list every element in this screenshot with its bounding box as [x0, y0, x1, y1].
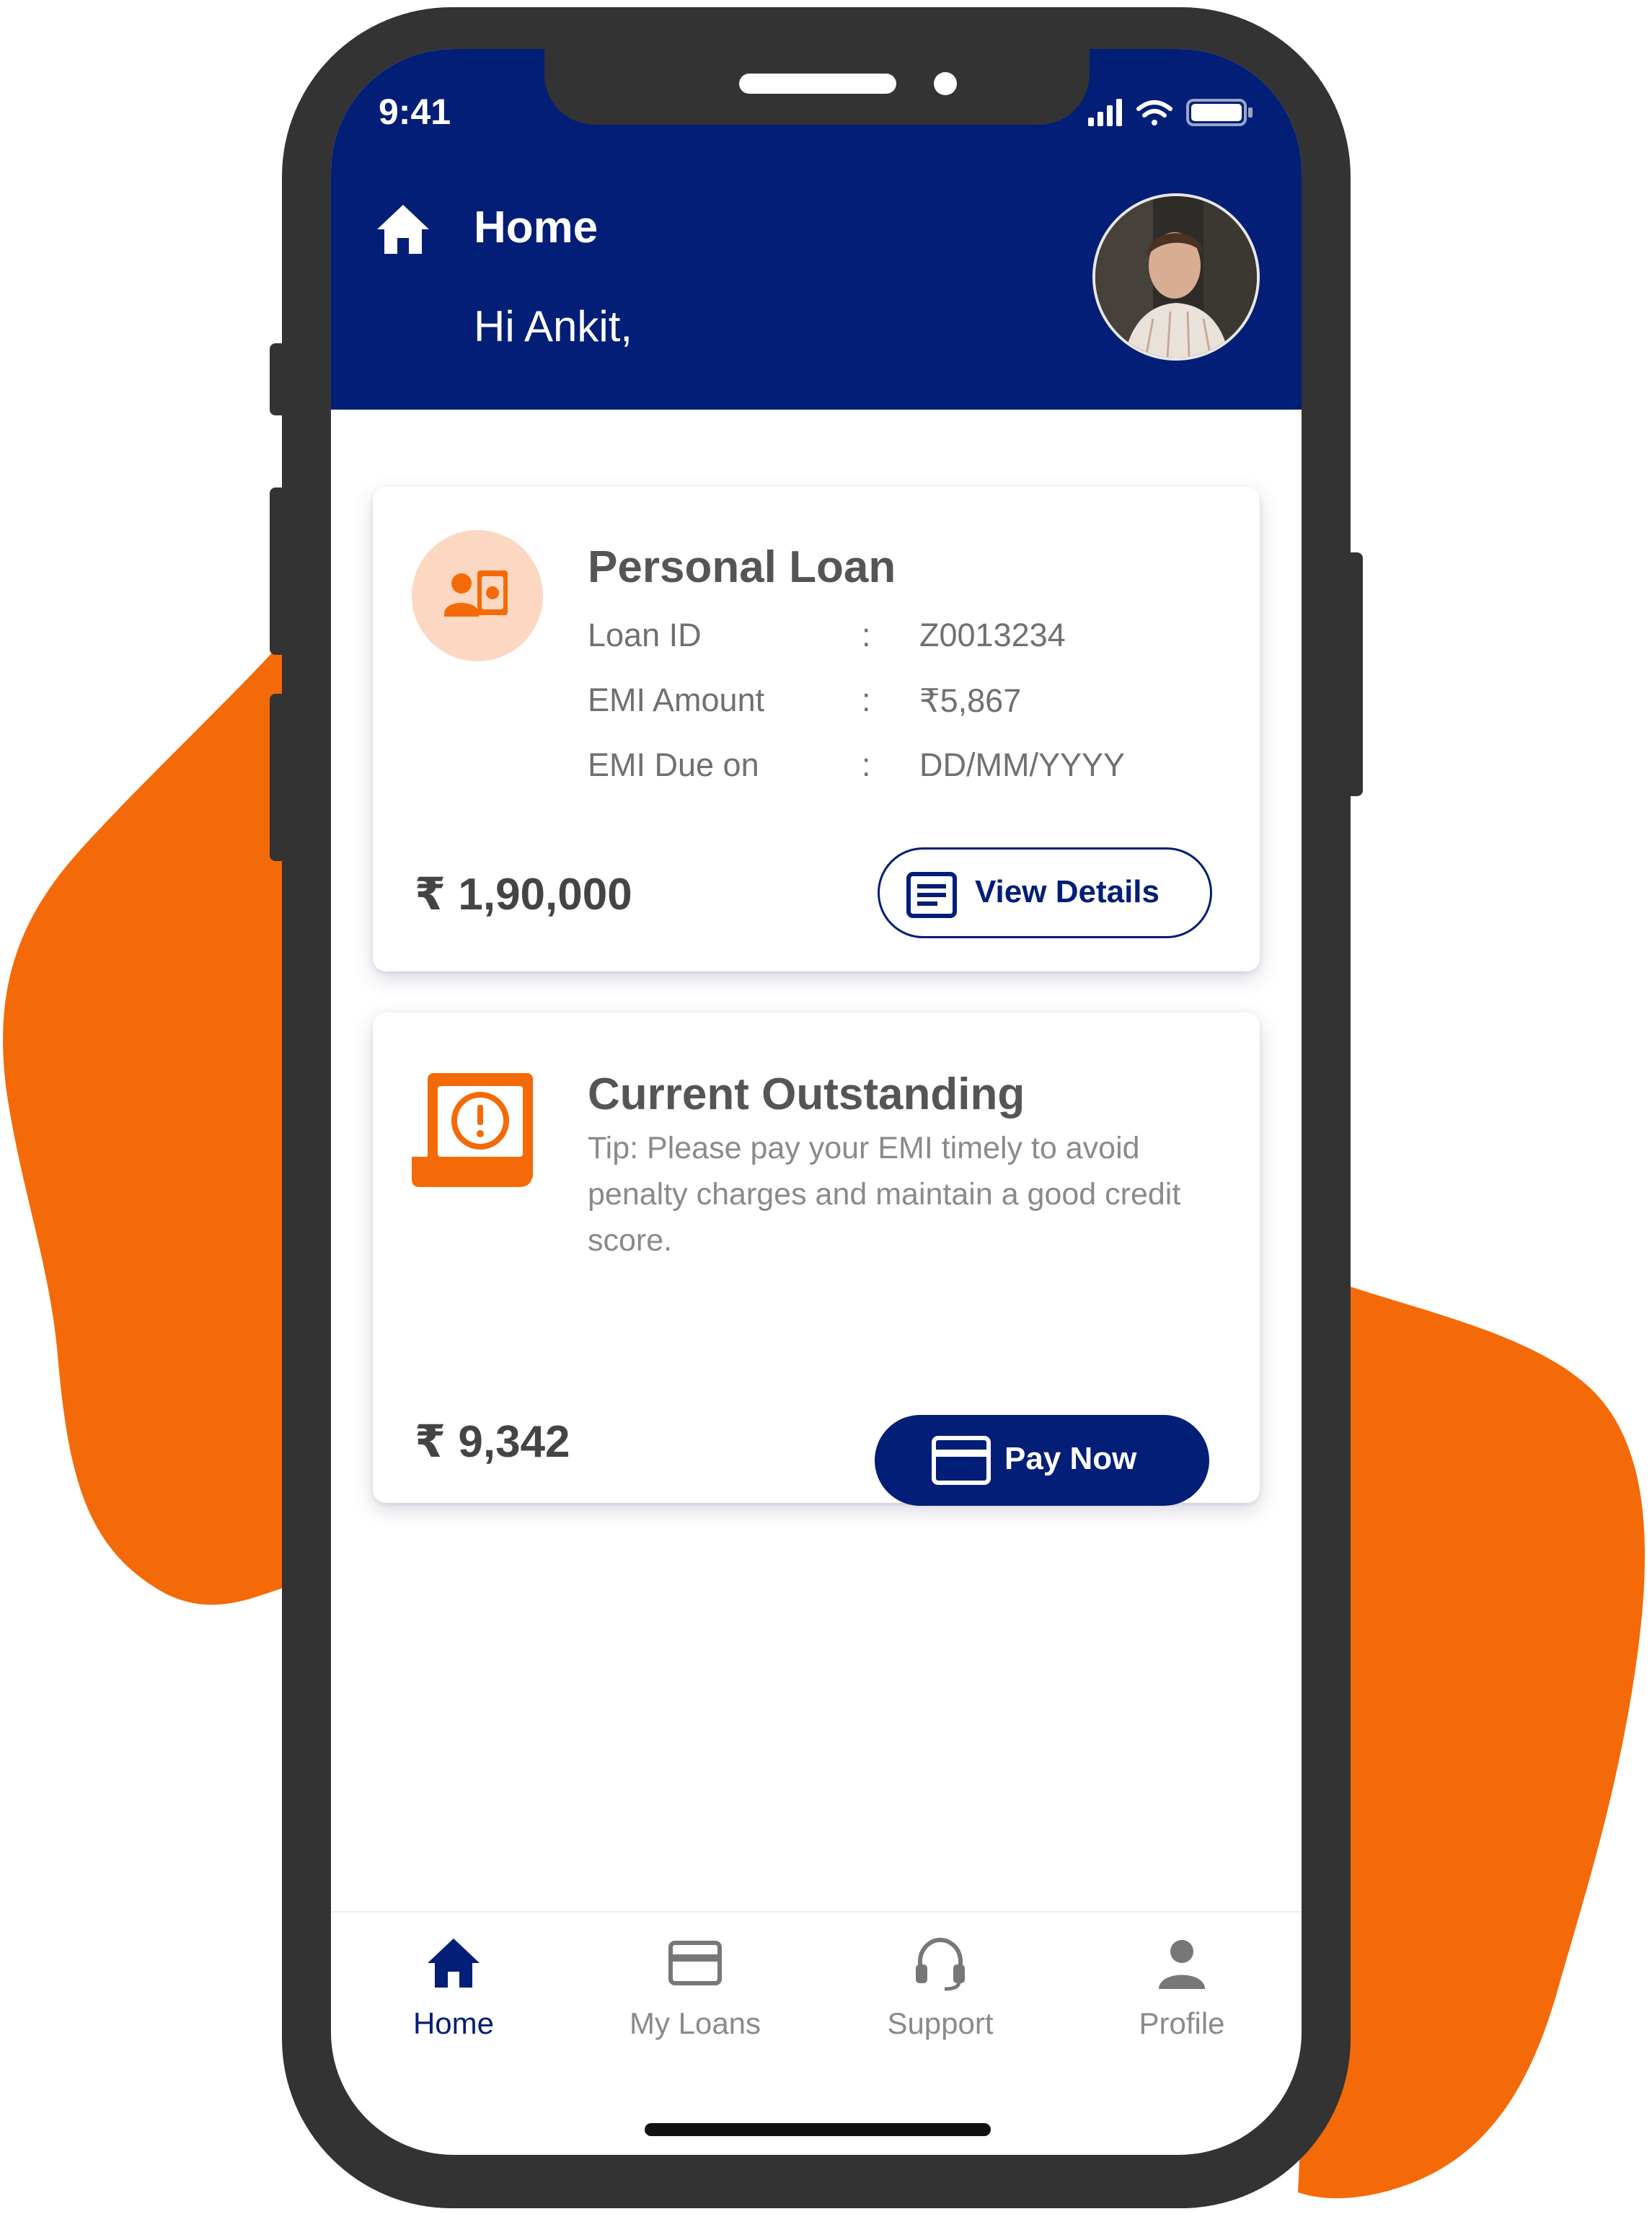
- emi-due-value: DD/MM/YYYY: [919, 746, 1126, 783]
- emi-amount-row: EMI Amount : ₹5,867: [588, 682, 1222, 732]
- status-time: 9:41: [379, 92, 451, 132]
- alert-scroll-icon: [412, 1073, 533, 1187]
- bottom-nav: Home My Loans Support Profile: [331, 1911, 1302, 2057]
- view-details-label: View Details: [975, 874, 1160, 909]
- wifi-icon: [1136, 100, 1172, 125]
- emi-amount-separator: :: [862, 682, 871, 718]
- nav-item-profile[interactable]: Profile: [1081, 1913, 1283, 2057]
- loan-id-row: Loan ID : Z0013234: [588, 617, 1222, 667]
- nav-label-my-loans: My Loans: [629, 2006, 761, 2040]
- avatar[interactable]: [1092, 193, 1260, 361]
- loan-id-separator: :: [862, 617, 871, 653]
- phone-notch: [544, 49, 1090, 125]
- outstanding-title: Current Outstanding: [588, 1069, 1025, 1119]
- nav-item-home[interactable]: Home: [353, 1913, 555, 2057]
- mute-switch: [270, 343, 287, 415]
- emi-due-row: EMI Due on : DD/MM/YYYY: [588, 746, 1222, 797]
- power-button: [1346, 552, 1363, 796]
- status-icons: [1088, 99, 1253, 126]
- page-title: Home: [474, 203, 598, 252]
- card-icon: [932, 1436, 991, 1485]
- volume-up-button: [270, 488, 287, 655]
- headset-icon: [916, 1937, 965, 1991]
- home-icon: [377, 205, 429, 254]
- nav-label-profile: Profile: [1139, 2006, 1225, 2040]
- volume-down-button: [270, 694, 287, 861]
- nav-label-home: Home: [412, 2006, 495, 2040]
- loan-id-value: Z0013234: [919, 617, 1066, 653]
- emi-due-label: EMI Due on: [588, 746, 759, 783]
- emi-amount-value: ₹5,867: [919, 682, 1022, 719]
- card-icon: [668, 1941, 722, 1985]
- view-details-button[interactable]: View Details: [878, 847, 1212, 938]
- outstanding-amount: ₹ 9,342: [415, 1417, 570, 1467]
- person-icon: [1159, 1940, 1205, 1989]
- home-icon: [428, 1939, 480, 1988]
- loan-card: Personal Loan Loan ID : Z0013234 EMI Amo…: [373, 487, 1260, 971]
- greeting-text: Hi Ankit,: [474, 302, 633, 350]
- loan-icon: [412, 530, 543, 661]
- outstanding-tip: Tip: Please pay your EMI timely to avoid…: [588, 1131, 1181, 1258]
- phone-screen: 9:41 Home Hi Ankit, Personal Loan Loan I…: [331, 49, 1302, 2155]
- outstanding-card: Current Outstanding Tip: Please pay your…: [373, 1013, 1260, 1506]
- nav-item-support[interactable]: Support: [839, 1913, 1041, 2057]
- front-camera: [934, 72, 957, 95]
- loan-id-label: Loan ID: [588, 617, 702, 653]
- signal-icon: [1088, 99, 1122, 126]
- pay-now-label: Pay Now: [1004, 1441, 1137, 1476]
- app-header: 9:41 Home Hi Ankit,: [331, 49, 1302, 410]
- emi-amount-label: EMI Amount: [588, 682, 765, 718]
- battery-icon: [1186, 99, 1253, 126]
- loan-amount: ₹ 1,90,000: [415, 870, 632, 919]
- home-indicator[interactable]: [645, 2123, 991, 2136]
- emi-due-separator: :: [862, 746, 871, 783]
- document-list-icon: [906, 872, 957, 918]
- nav-label-support: Support: [887, 2006, 994, 2040]
- pay-now-button[interactable]: Pay Now: [875, 1415, 1209, 1506]
- nav-item-my-loans[interactable]: My Loans: [594, 1913, 796, 2057]
- loan-title: Personal Loan: [588, 542, 896, 592]
- speaker-grille: [739, 74, 896, 94]
